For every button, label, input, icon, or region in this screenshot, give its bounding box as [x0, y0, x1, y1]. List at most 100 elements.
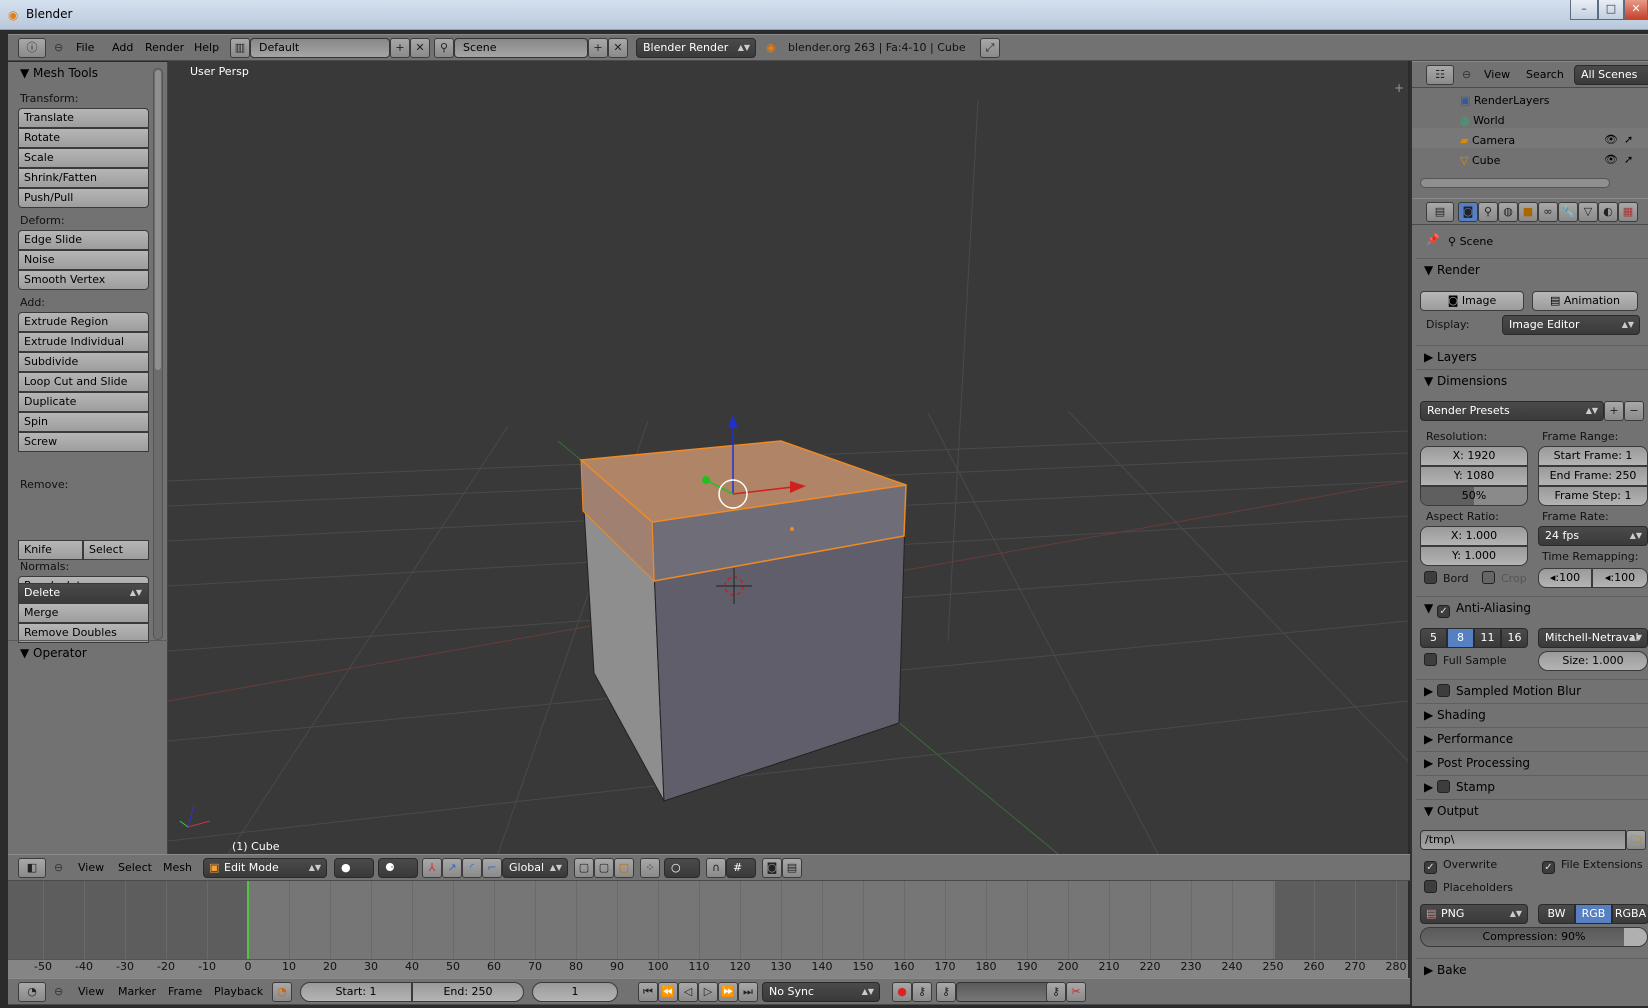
scrollbar-thumb[interactable]	[155, 70, 161, 370]
extrude-region-button[interactable]: Extrude Region	[18, 312, 149, 332]
outliner-item-renderlayers[interactable]: ▣ RenderLayers	[1460, 94, 1549, 107]
remap-old-field[interactable]: ◂:100	[1538, 568, 1592, 588]
keying-icon[interactable]: ⚷	[912, 982, 932, 1002]
select-button[interactable]: Select	[83, 540, 149, 560]
scene-field[interactable]: Scene	[454, 38, 588, 58]
filter-size-field[interactable]: Size: 1.000	[1538, 651, 1648, 671]
resolution-percentage-slider[interactable]: 50%	[1420, 486, 1528, 506]
operator-panel-header[interactable]: ▼ Operator	[20, 646, 87, 660]
loop-cut-and-slide-button[interactable]: Loop Cut and Slide	[18, 372, 149, 392]
translate-button[interactable]: Translate	[18, 108, 149, 128]
keying-set-field[interactable]	[956, 982, 1056, 1002]
tab-scene[interactable]: ⚲	[1478, 202, 1498, 222]
smooth-vertex-button[interactable]: Smooth Vertex	[18, 270, 149, 290]
play-reverse-icon[interactable]: ◁	[678, 982, 698, 1002]
render-animation-opengl-icon[interactable]: ▤	[782, 858, 802, 878]
merge-button[interactable]: Merge	[18, 603, 149, 623]
push-pull-button[interactable]: Push/Pull	[18, 188, 149, 208]
menu-view[interactable]: View	[1484, 62, 1510, 88]
anti-aliasing-checkbox[interactable]: ✓	[1437, 605, 1451, 618]
menu-playback[interactable]: Playback	[214, 979, 263, 1005]
border-checkbox[interactable]: Bord	[1424, 571, 1469, 585]
menu-add[interactable]: Add	[112, 35, 133, 61]
render-image-button[interactable]: ◙ Image	[1420, 291, 1524, 311]
file-format-dropdown[interactable]: ▤ PNG ▲▼	[1420, 904, 1528, 924]
record-icon[interactable]: ●	[892, 982, 912, 1002]
insert-keyframe-icon[interactable]: ⚷	[1046, 982, 1066, 1002]
output-panel-header[interactable]: ▼ Output	[1416, 799, 1648, 822]
render-engine-dropdown[interactable]: Blender Render ▲▼	[636, 38, 756, 58]
pin-icon[interactable]: 📌	[1426, 233, 1440, 246]
timeline-area[interactable]: -50 -40 -30 -20 -10 0 10 20 30 40 50 60 70 80 90 100 110…	[8, 881, 1408, 978]
menu-marker[interactable]: Marker	[118, 979, 156, 1005]
menu-help[interactable]: Help	[194, 35, 219, 61]
menu-search[interactable]: Search	[1526, 62, 1564, 88]
render-panel-header[interactable]: ▼ Render	[1416, 258, 1648, 281]
frame-rate-dropdown[interactable]: 24 fps ▲▼	[1538, 526, 1648, 546]
tab-render[interactable]: ◙	[1458, 202, 1478, 222]
tab-texture[interactable]: ▦	[1618, 202, 1638, 222]
knife-button[interactable]: Knife	[18, 540, 83, 560]
translate-manipulator-icon[interactable]: ↗	[442, 858, 462, 878]
checkbox-box[interactable]	[1437, 780, 1451, 793]
jump-keyframe-forward-icon[interactable]: ⏩	[718, 982, 738, 1002]
snap-element-dropdown[interactable]: #	[726, 858, 756, 878]
aa-filter-dropdown[interactable]: Mitchell-Netraval ▲▼	[1538, 628, 1648, 648]
outliner-type-button[interactable]: ☷	[1426, 65, 1454, 85]
info-editor-type-button[interactable]: ⓘ	[18, 38, 46, 58]
noise-button[interactable]: Noise	[18, 250, 149, 270]
mesh-tools-panel-header[interactable]: ▼ Mesh Tools	[20, 66, 98, 80]
transform-orientation-dropdown[interactable]: Global ▲▼	[502, 858, 568, 878]
menu-view[interactable]: View	[78, 855, 104, 881]
close-button[interactable]: ✕	[1624, 0, 1648, 20]
frame-step-field[interactable]: Frame Step: 1	[1538, 486, 1648, 506]
start-frame-field[interactable]: Start: 1	[300, 982, 412, 1002]
sampled-motion-blur-panel-header[interactable]: ▶ Sampled Motion Blur	[1416, 679, 1648, 702]
compression-slider[interactable]: Compression: 90%	[1420, 927, 1648, 947]
editor-type-button[interactable]: ◔	[18, 982, 46, 1002]
tab-constraints[interactable]: ∞	[1538, 202, 1558, 222]
eye-icon[interactable]: 👁	[1604, 133, 1618, 146]
render-animation-button[interactable]: ▤ Animation	[1532, 291, 1638, 311]
end-frame-field[interactable]: End: 250	[412, 982, 524, 1002]
properties-toggle-icon[interactable]: +	[1394, 81, 1404, 95]
start-frame-field[interactable]: Start Frame: 1	[1538, 446, 1648, 466]
file-extensions-checkbox[interactable]: ✓ File Extensions	[1542, 858, 1643, 874]
overwrite-checkbox[interactable]: ✓ Overwrite	[1424, 858, 1497, 874]
snap-toggle-icon[interactable]: ∩	[706, 858, 726, 878]
menu-render[interactable]: Render	[145, 35, 184, 61]
collapse-menu-icon[interactable]: ⊖	[1462, 62, 1471, 88]
cursor-select-icon[interactable]: ➚	[1624, 153, 1633, 166]
proportional-edit-dropdown[interactable]: ○	[664, 858, 700, 878]
occlude-geometry-icon[interactable]: ⁘	[640, 858, 660, 878]
menu-view[interactable]: View	[78, 979, 104, 1005]
resolution-x-field[interactable]: X: 1920	[1420, 446, 1528, 466]
display-dropdown[interactable]: Image Editor ▲▼	[1502, 315, 1640, 335]
outliner-scrollbar[interactable]	[1420, 178, 1610, 188]
jump-keyframe-back-icon[interactable]: ⏪	[658, 982, 678, 1002]
crop-checkbox[interactable]: Crop	[1482, 571, 1527, 585]
collapse-menu-icon[interactable]: ⊖	[54, 35, 63, 61]
folder-browse-icon[interactable]: 🗀	[1626, 830, 1646, 850]
placeholders-checkbox[interactable]: Placeholders	[1424, 880, 1513, 894]
maximize-button[interactable]: □	[1598, 0, 1624, 20]
eye-icon[interactable]: 👁	[1604, 153, 1618, 166]
tab-material[interactable]: ◐	[1598, 202, 1618, 222]
collapse-menu-icon[interactable]: ⊖	[54, 855, 63, 881]
checkbox-box[interactable]	[1437, 684, 1451, 697]
delete-keyframe-icon[interactable]: ✂	[1066, 982, 1086, 1002]
shading-panel-header[interactable]: ▶ Shading	[1416, 703, 1648, 726]
scale-button[interactable]: Scale	[18, 148, 149, 168]
add-preset-button[interactable]: +	[1604, 401, 1624, 421]
scene-icon[interactable]: ⚲	[434, 38, 454, 58]
aa-sample-16[interactable]: 16	[1501, 628, 1528, 648]
bake-panel-header[interactable]: ▶ Bake	[1416, 958, 1648, 981]
menu-mesh[interactable]: Mesh	[163, 855, 192, 881]
tool-shelf-scrollbar[interactable]	[153, 68, 163, 640]
post-processing-panel-header[interactable]: ▶ Post Processing	[1416, 751, 1648, 774]
anti-aliasing-panel-header[interactable]: ▼ ✓ Anti-Aliasing	[1416, 596, 1648, 619]
preview-range-icon[interactable]: ◔	[272, 982, 292, 1002]
screen-layout-icon[interactable]: ▥	[230, 38, 250, 58]
editor-type-button[interactable]: ◧	[18, 858, 46, 878]
render-presets-dropdown[interactable]: Render Presets ▲▼	[1420, 401, 1604, 421]
